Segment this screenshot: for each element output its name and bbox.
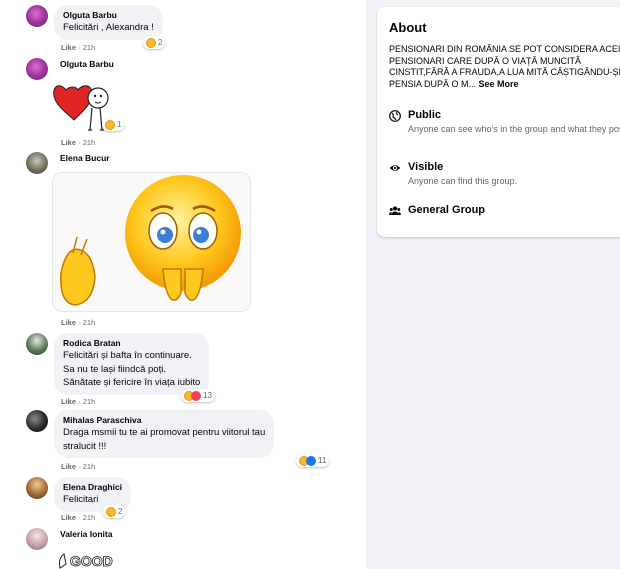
comment-text: Felicitări și bafta în continuare.: [63, 350, 192, 361]
haha-reaction-icon: [106, 506, 116, 517]
avatar[interactable]: [26, 5, 48, 27]
avatar[interactable]: [26, 58, 48, 80]
comment-body: Valeria Ionita: [60, 528, 112, 540]
comment-body: Olguta Barbu: [60, 58, 114, 70]
meta-separator: ·: [78, 318, 81, 327]
reaction-count: 13: [203, 391, 212, 400]
comments-feed: Olguta Barbu Felicitări , Alexandra ! 2 …: [0, 0, 366, 569]
comment-time[interactable]: 21h: [83, 43, 96, 52]
comment-meta: Like · 21h: [61, 43, 95, 52]
like-link[interactable]: Like: [61, 138, 76, 147]
comment-meta: Like · 21h: [61, 138, 95, 147]
meta-separator: ·: [78, 138, 81, 147]
comment-bubble: Olguta Barbu Felicitări , Alexandra !: [54, 5, 163, 40]
comment-time[interactable]: 21h: [83, 138, 96, 147]
visible-title: Visible: [408, 161, 444, 173]
meta-separator: ·: [78, 43, 81, 52]
comment-time[interactable]: 21h: [83, 513, 96, 522]
comment-meta: Like · 21h: [61, 397, 95, 406]
people-icon: [389, 206, 401, 215]
haha-reaction-icon: [105, 119, 115, 130]
comment-body: Elena Bucur: [60, 152, 110, 164]
like-link[interactable]: Like: [61, 318, 76, 327]
general-group-label: General Group: [408, 204, 486, 216]
reaction-summary[interactable]: 2: [143, 36, 166, 49]
heart-sticker: [53, 85, 109, 131]
eye-icon: [389, 165, 401, 171]
avatar[interactable]: [26, 528, 48, 550]
comment-meta: Like · 21h: [61, 462, 95, 471]
about-panel: About PENSIONARI DIN ROMÂNIA SE POT CONS…: [377, 7, 620, 237]
emoji-sticker[interactable]: [52, 172, 251, 312]
comment-author[interactable]: Olguta Barbu: [63, 9, 154, 21]
haha-reaction-icon: [146, 37, 156, 48]
comment-author[interactable]: Mihalas Paraschiva: [63, 414, 265, 426]
avatar[interactable]: [26, 410, 48, 432]
comment-author[interactable]: Rodica Bratan: [63, 337, 200, 349]
avatar[interactable]: [26, 477, 48, 499]
comment-text: Sănătate și fericire în viața iubito: [63, 377, 201, 388]
comment-text: Sa nu te lași fiindcă poți.: [63, 363, 166, 375]
group-description: PENSIONARI DIN ROMÂNIA SE POT CONSIDERA …: [389, 44, 620, 90]
reaction-count: 11: [318, 456, 327, 465]
avatar[interactable]: [26, 333, 48, 355]
comment-text: Felicitări , Alexandra !: [63, 22, 154, 33]
comment-time[interactable]: 21h: [83, 318, 96, 327]
like-link[interactable]: Like: [61, 43, 76, 52]
meta-separator: ·: [78, 462, 81, 471]
comment-bubble: Mihalas Paraschiva Draga msmii tu te ai …: [54, 410, 275, 458]
reaction-summary[interactable]: 2: [103, 505, 126, 518]
reaction-summary[interactable]: 1: [102, 118, 125, 131]
meta-separator: ·: [78, 397, 81, 406]
visible-subtitle: Anyone can find this group.: [408, 176, 518, 186]
good-sticker: GOOD: [59, 553, 113, 569]
good-sticker-text: GOOD: [70, 553, 113, 569]
see-more-link[interactable]: See More: [479, 79, 519, 89]
comment-text: stralucit !!!: [63, 440, 107, 452]
comment-text: Draga msmii tu te ai promovat pentru vii…: [63, 427, 266, 438]
comment-author[interactable]: Olguta Barbu: [60, 58, 114, 70]
reaction-summary[interactable]: 13: [181, 389, 215, 402]
reaction-count: 2: [158, 38, 163, 47]
like-link[interactable]: Like: [61, 462, 76, 471]
like-link[interactable]: Like: [61, 397, 76, 406]
meta-separator: ·: [78, 513, 81, 522]
comment-time[interactable]: 21h: [83, 397, 96, 406]
public-title: Public: [408, 109, 442, 121]
comment-time[interactable]: 21h: [83, 462, 96, 471]
like-link[interactable]: Like: [61, 513, 76, 522]
reaction-count: 1: [117, 120, 122, 129]
comment-meta: Like · 21h: [61, 513, 95, 522]
like-reaction-icon: [306, 455, 316, 466]
love-reaction-icon: [191, 390, 201, 401]
globe-icon: [389, 110, 401, 122]
avatar[interactable]: [26, 152, 48, 174]
reaction-count: 2: [118, 507, 123, 516]
comment-author[interactable]: Valeria Ionita: [60, 528, 112, 540]
comment-meta: Like · 21h: [61, 318, 95, 327]
comment-author[interactable]: Elena Bucur: [60, 152, 110, 164]
public-subtitle: Anyone can see who's in the group and wh…: [408, 124, 620, 134]
about-title: About: [389, 20, 427, 35]
comment-bubble: Rodica Bratan Felicitări și bafta în con…: [54, 333, 210, 395]
comment-author[interactable]: Elena Draghici: [63, 481, 122, 493]
reaction-summary[interactable]: 11: [296, 454, 330, 467]
crying-face-icon: [60, 175, 241, 306]
